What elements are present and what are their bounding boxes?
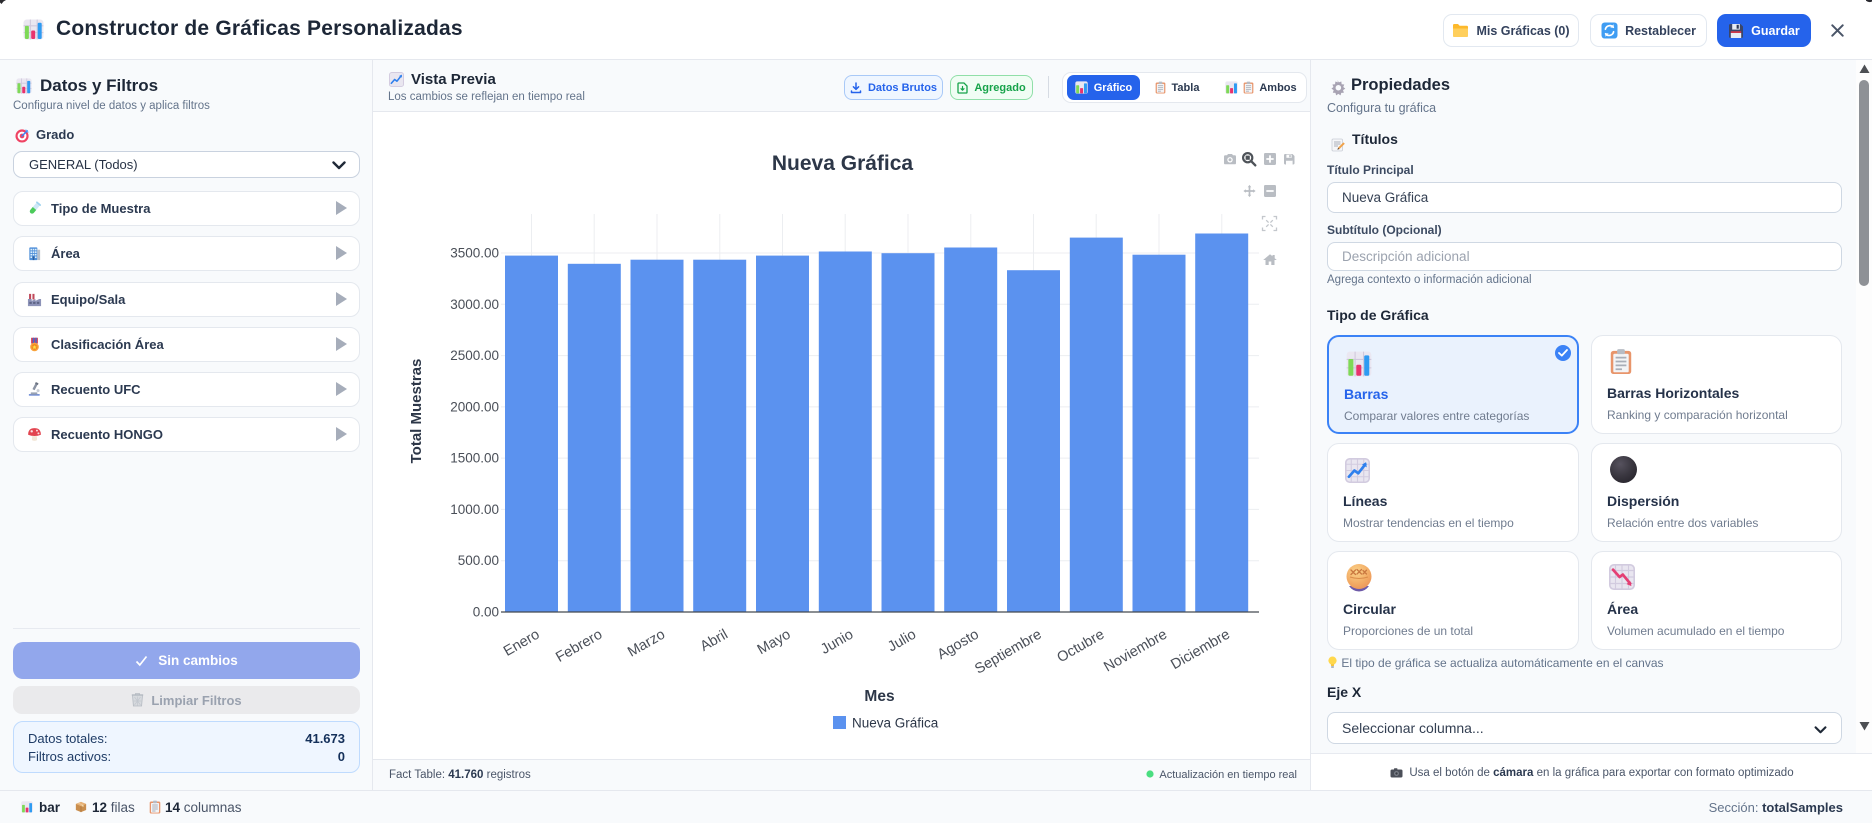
svg-text:0.00: 0.00 bbox=[473, 605, 499, 620]
svg-text:1500.00: 1500.00 bbox=[450, 451, 499, 466]
svg-text:500.00: 500.00 bbox=[458, 553, 499, 568]
svg-text:Junio: Junio bbox=[818, 627, 856, 658]
svg-text:Agosto: Agosto bbox=[935, 627, 982, 663]
svg-text:3500.00: 3500.00 bbox=[450, 246, 499, 261]
svg-text:2000.00: 2000.00 bbox=[450, 399, 499, 414]
svg-text:2500.00: 2500.00 bbox=[450, 348, 499, 363]
svg-text:Octubre: Octubre bbox=[1055, 627, 1108, 667]
svg-text:Nueva Gráfica: Nueva Gráfica bbox=[852, 716, 939, 731]
svg-text:Enero: Enero bbox=[501, 627, 543, 660]
svg-text:Diciembre: Diciembre bbox=[1168, 627, 1233, 673]
svg-text:1000.00: 1000.00 bbox=[450, 502, 499, 517]
svg-text:Marzo: Marzo bbox=[625, 627, 668, 661]
svg-text:Total Muestras: Total Muestras bbox=[408, 359, 425, 464]
svg-text:Febrero: Febrero bbox=[553, 627, 605, 666]
svg-text:Noviembre: Noviembre bbox=[1101, 627, 1170, 676]
svg-text:Mayo: Mayo bbox=[755, 627, 794, 659]
svg-text:Mes: Mes bbox=[864, 688, 894, 705]
svg-text:Septiembre: Septiembre bbox=[972, 627, 1044, 678]
svg-text:3000.00: 3000.00 bbox=[450, 297, 499, 312]
svg-text:Abril: Abril bbox=[698, 627, 731, 655]
svg-text:Julio: Julio bbox=[885, 627, 919, 656]
svg-text:Nueva Gráfica: Nueva Gráfica bbox=[772, 152, 914, 175]
